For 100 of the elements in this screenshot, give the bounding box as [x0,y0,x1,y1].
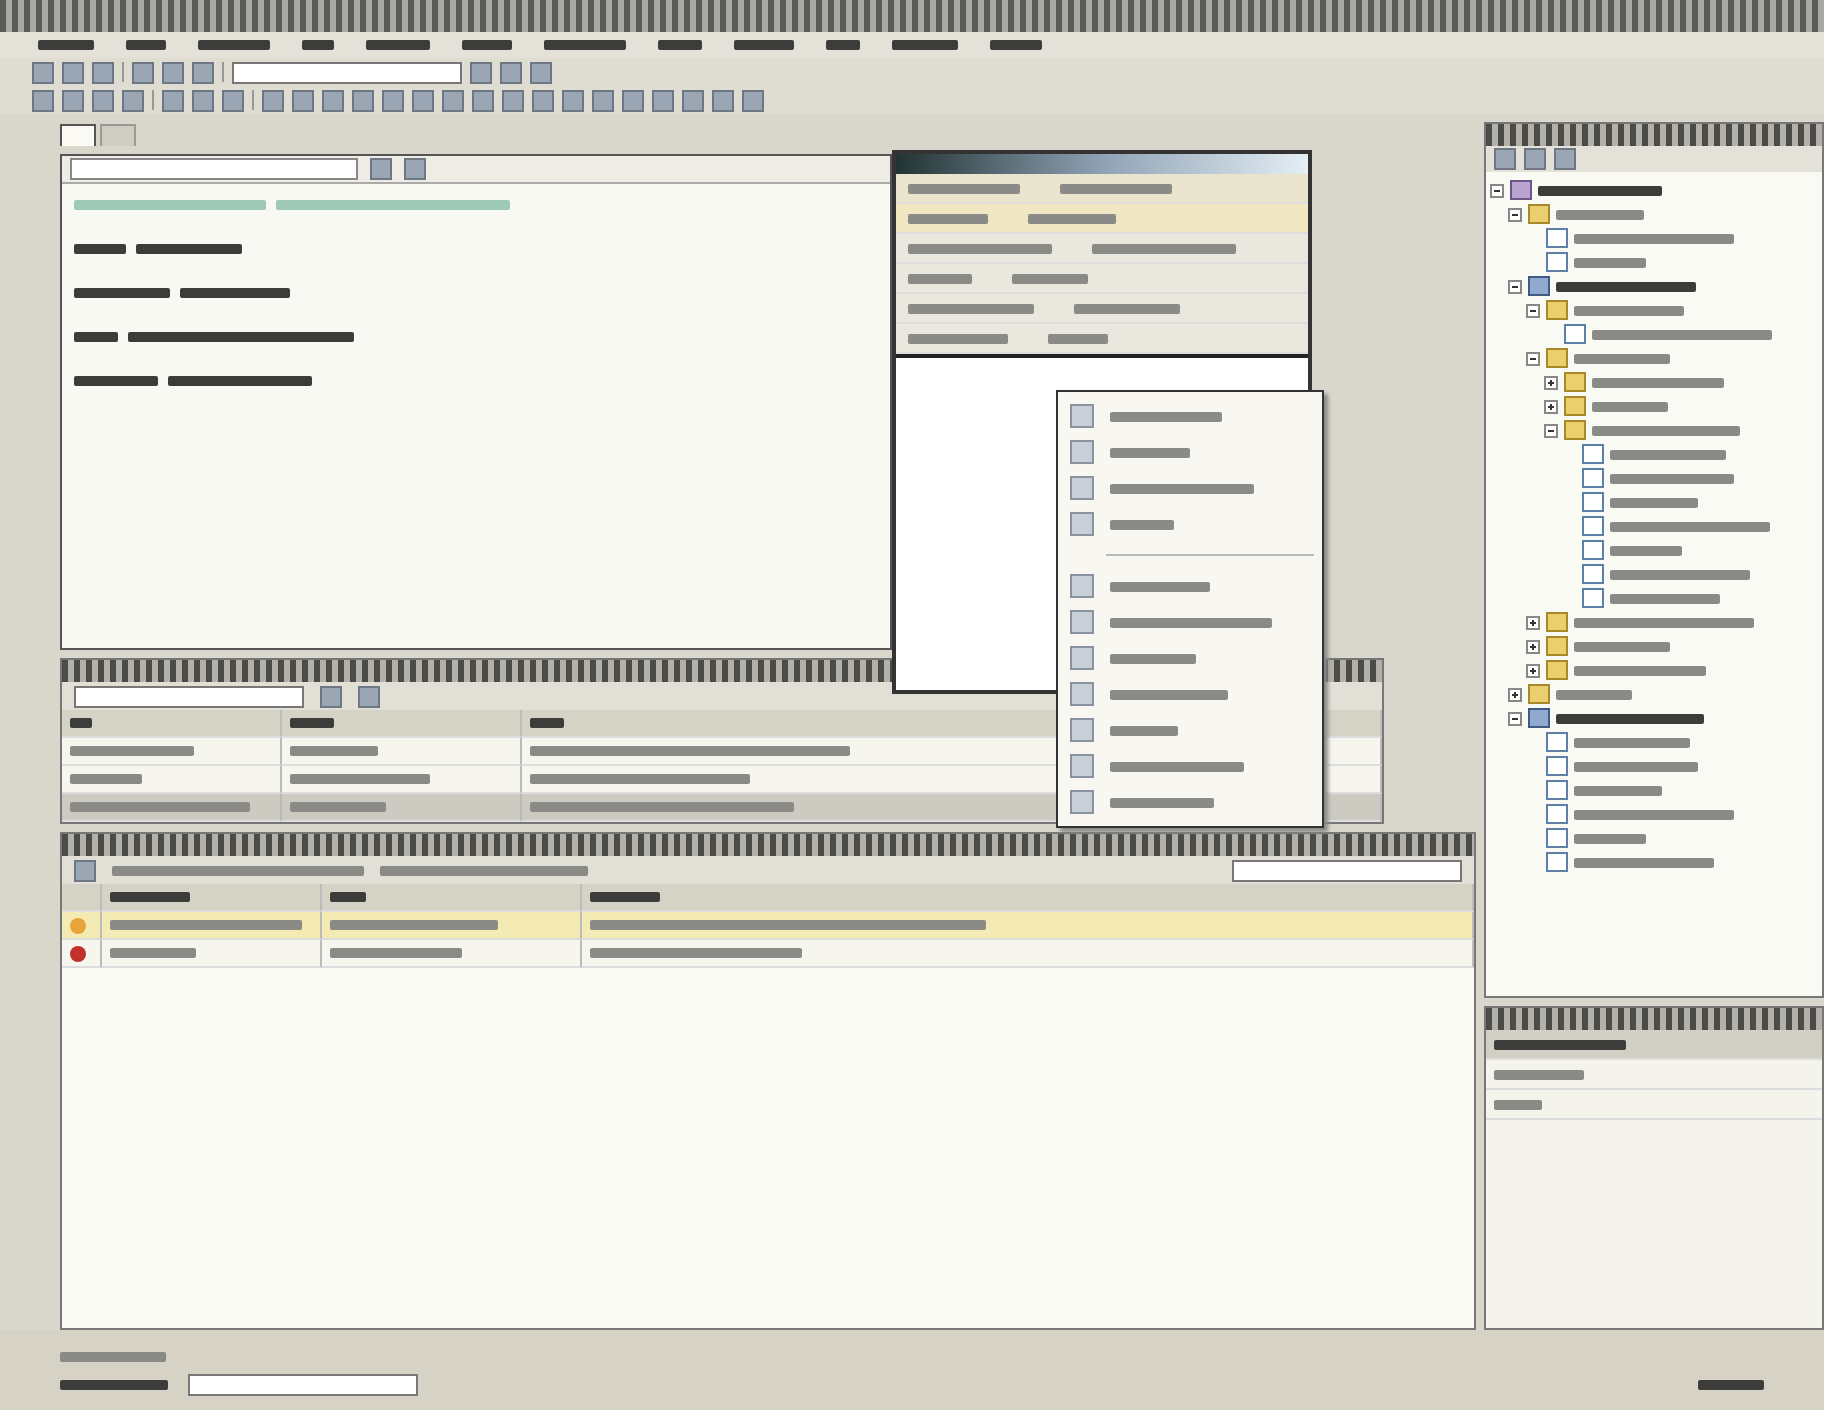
search-field[interactable] [74,685,304,707]
column-header[interactable] [62,710,282,738]
toolbar-icon[interactable] [412,89,434,111]
illegible-text [70,746,194,756]
toolbar-dropdown[interactable] [188,1374,418,1396]
toolbar-icon[interactable] [358,685,380,707]
toolbar-icon[interactable] [320,685,342,707]
column-header[interactable] [582,884,1474,912]
toolbar-icon[interactable] [500,61,522,83]
plus-icon[interactable] [1508,687,1522,701]
minus-icon[interactable] [1508,207,1522,221]
toolbar-icon[interactable] [530,61,552,83]
illegible-text [1698,1380,1764,1390]
illegible-text [1110,689,1228,699]
toolbar-icon[interactable] [162,89,184,111]
toolbar-icon[interactable] [652,89,674,111]
toolbar-icon[interactable] [292,89,314,111]
toolbar-icon[interactable] [622,89,644,111]
toolbar-icon[interactable] [382,89,404,111]
file-icon [1582,564,1604,584]
menu-item[interactable] [300,34,336,56]
plus-icon[interactable] [1526,663,1540,677]
menu-item[interactable] [988,34,1044,56]
plus-icon[interactable] [1544,375,1558,389]
toolbar-dropdown[interactable] [232,61,462,83]
menu-item[interactable] [542,34,628,56]
menu-item[interactable] [124,34,168,56]
folder-icon [1528,204,1550,224]
datatip-row[interactable] [896,174,1308,204]
illegible-text [1538,185,1662,195]
column-header[interactable] [282,710,522,738]
column-header[interactable] [102,884,322,912]
toolbar-icon[interactable] [370,158,392,180]
toolbar-icon[interactable] [162,61,184,83]
toolbar-icon[interactable] [742,89,764,111]
toolbar-icon[interactable] [322,89,344,111]
column-header[interactable] [322,884,582,912]
illegible-text [70,774,142,784]
toolbar-icon[interactable] [472,89,494,111]
menu-item[interactable] [732,34,796,56]
toolbar-icon[interactable] [192,89,214,111]
toolbar-icon[interactable] [262,89,284,111]
toolbar-icon[interactable] [74,859,96,881]
toolbar-icon[interactable] [1554,148,1576,170]
illegible-text [290,774,430,784]
illegible-text [60,1352,166,1362]
toolbar-icon[interactable] [32,61,54,83]
toolbar-icon[interactable] [32,89,54,111]
toolbar-icon[interactable] [712,89,734,111]
toolbar-icon[interactable] [404,158,426,180]
toolbar-icon[interactable] [192,61,214,83]
toolbar-icon[interactable] [352,89,374,111]
toolbar-icon[interactable] [122,89,144,111]
menu-item[interactable] [364,34,432,56]
toolbar-icon[interactable] [502,89,524,111]
toolbar-icon[interactable] [1494,148,1516,170]
menu-item[interactable] [824,34,862,56]
menu-item-icon [1070,512,1094,536]
menu-item[interactable] [36,34,96,56]
toolbar-icon[interactable] [442,89,464,111]
menu-item[interactable] [656,34,704,56]
illegible-text [1110,581,1210,591]
toolbar-icon[interactable] [62,89,84,111]
toolbar-icon[interactable] [222,89,244,111]
toolbar-icon[interactable] [682,89,704,111]
illegible-text [1012,273,1088,283]
code-editor[interactable] [60,154,892,650]
folder-icon [1546,612,1568,632]
illegible-text [1592,377,1724,387]
toolbar-icon[interactable] [562,89,584,111]
menu-item-icon [1070,610,1094,634]
menu-item[interactable] [890,34,960,56]
warning-icon [70,917,86,933]
illegible-text [826,40,860,50]
toolbar-icon[interactable] [1524,148,1546,170]
illegible-text [38,40,94,50]
minus-icon[interactable] [1526,303,1540,317]
plus-icon[interactable] [1526,615,1540,629]
toolbar-icon[interactable] [532,89,554,111]
toolbar-dropdown[interactable] [1232,859,1462,881]
toolbar-icon[interactable] [92,89,114,111]
minus-icon[interactable] [1526,351,1540,365]
minus-icon[interactable] [1508,279,1522,293]
datatip-row[interactable] [896,204,1308,234]
illegible-text [1028,213,1116,223]
menu-item-icon [1070,476,1094,500]
minus-icon[interactable] [1544,423,1558,437]
toolbar-icon[interactable] [92,61,114,83]
illegible-text [1110,519,1174,529]
menu-item-icon [1070,440,1094,464]
menu-item[interactable] [460,34,514,56]
navigation-dropdown[interactable] [70,158,358,180]
document-tab[interactable] [60,124,96,146]
plus-icon[interactable] [1526,639,1540,653]
minus-icon[interactable] [1508,711,1522,725]
toolbar-icon[interactable] [592,89,614,111]
menu-item[interactable] [196,34,272,56]
illegible-text [1556,209,1644,219]
plus-icon[interactable] [1544,399,1558,413]
minus-icon[interactable] [1490,183,1504,197]
